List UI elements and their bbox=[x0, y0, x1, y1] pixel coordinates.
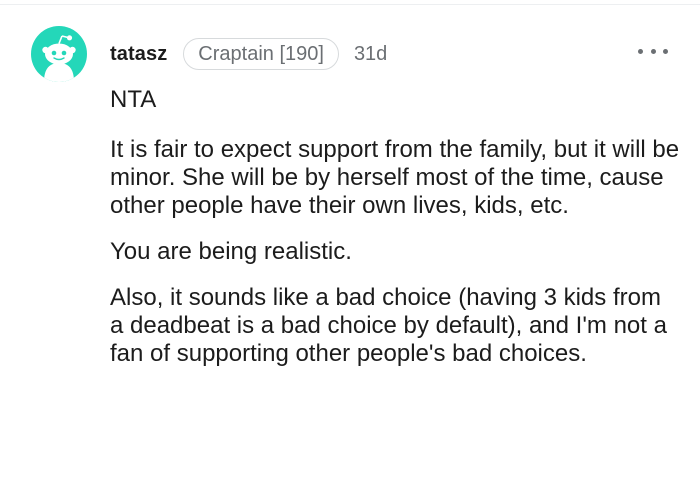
comment-age: 31d bbox=[353, 42, 388, 65]
comment-header: tatasz Craptain [190] 31d bbox=[110, 36, 387, 72]
more-options-icon[interactable] bbox=[638, 44, 668, 58]
comment-paragraph: Also, it sounds like a bad choice (havin… bbox=[110, 284, 667, 367]
user-flair-badge: Craptain [190] bbox=[183, 38, 339, 70]
dot bbox=[638, 48, 643, 54]
comment-paragraph: You are being realistic. bbox=[110, 238, 352, 265]
snoo-avatar-icon bbox=[42, 35, 76, 82]
user-avatar[interactable] bbox=[31, 26, 87, 82]
comment-paragraph: It is fair to expect support from the fa… bbox=[110, 136, 680, 219]
comment-paragraph: NTA bbox=[110, 86, 157, 113]
username-link[interactable]: tatasz bbox=[110, 43, 167, 66]
dot bbox=[663, 48, 668, 54]
comment-body: NTA It is fair to expect support from th… bbox=[110, 86, 680, 368]
dot bbox=[650, 48, 656, 54]
comment: tatasz Craptain [190] 31d NTA It is fair… bbox=[0, 0, 700, 477]
